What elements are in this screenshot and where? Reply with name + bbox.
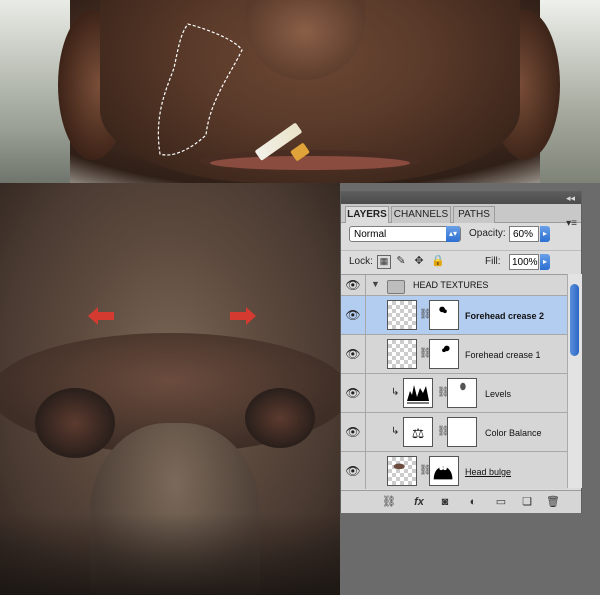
layer-name: Forehead crease 1	[465, 350, 541, 360]
layer-name: Forehead crease 2	[465, 311, 545, 321]
elephant-right-eye	[245, 388, 315, 448]
lock-all-icon[interactable]: 🔒	[431, 255, 445, 267]
layer-group-row[interactable]: 👁 ▼ HEAD TEXTURES	[341, 275, 567, 296]
fx-icon[interactable]: fx	[411, 495, 427, 509]
layer-mask-thumbnail[interactable]	[429, 300, 459, 330]
visibility-eye-icon[interactable]: 👁	[345, 278, 361, 292]
layer-mask-thumbnail[interactable]	[429, 339, 459, 369]
opacity-dropdown-icon[interactable]: ▸	[540, 226, 550, 242]
layers-scrollbar[interactable]	[567, 274, 582, 488]
lock-row: Lock: ▦ ✎ ✥ 🔒 Fill: 100% ▸	[341, 250, 581, 273]
visibility-eye-icon[interactable]: 👁	[345, 308, 361, 322]
visibility-eye-icon[interactable]: 👁	[345, 347, 361, 361]
lock-transparent-pixels-icon[interactable]: ▦	[377, 255, 391, 269]
select-arrow-icon[interactable]: ▴▾	[446, 226, 460, 242]
layer-thumbnail[interactable]	[387, 339, 417, 369]
layers-list: 👁 ▼ HEAD TEXTURES 👁 ⛓ Forehead crease 2 …	[341, 274, 567, 489]
layer-row-head-bulge[interactable]: 👁 ⛓ Head bulge	[341, 452, 567, 489]
link-chain-icon[interactable]: ⛓	[419, 464, 432, 478]
layer-name: Levels	[485, 389, 512, 399]
lock-label: Lock:	[349, 256, 373, 267]
tab-layers[interactable]: LAYERS	[345, 206, 389, 223]
layer-thumbnail[interactable]	[387, 300, 417, 330]
scroll-thumb[interactable]	[570, 284, 579, 356]
panel-titlebar[interactable]: ◂◂	[341, 192, 581, 204]
expand-triangle-icon[interactable]: ▼	[371, 279, 380, 289]
fill-label: Fill:	[485, 256, 501, 267]
layer-name: Head bulge	[465, 467, 512, 477]
visibility-eye-icon[interactable]: 👁	[345, 464, 361, 478]
layers-panel: ◂◂ LAYERS CHANNELS PATHS ▾≡ Normal ▴▾ Op…	[340, 191, 582, 513]
lasso-selection	[157, 23, 243, 156]
elephant-shadow	[0, 513, 340, 595]
lock-image-pixels-icon[interactable]: ✎	[395, 255, 407, 267]
panel-tabs: LAYERS CHANNELS PATHS ▾≡	[341, 204, 581, 229]
adjustment-layer-icon[interactable]: ◐	[465, 495, 481, 509]
lock-position-icon[interactable]: ✥	[413, 255, 425, 267]
layer-name: HEAD TEXTURES	[413, 280, 489, 290]
layer-thumbnail[interactable]	[387, 456, 417, 486]
layer-mask-thumbnail[interactable]	[429, 456, 459, 486]
new-layer-icon[interactable]: ❏	[519, 495, 535, 509]
layer-mask-thumbnail[interactable]	[447, 378, 477, 408]
left-red-arrow-icon	[88, 307, 114, 325]
layer-name: Color Balance	[485, 428, 542, 438]
tab-channels[interactable]: CHANNELS	[391, 206, 451, 223]
clipping-arrow-icon: ↳	[391, 426, 400, 437]
layer-mask-thumbnail[interactable]	[447, 417, 477, 447]
blend-row: Normal ▴▾ Opacity: 60% ▸	[341, 222, 581, 248]
mask-shape-icon	[430, 457, 457, 484]
new-group-icon[interactable]: ▭	[493, 495, 509, 509]
link-chain-icon[interactable]: ⛓	[419, 347, 432, 361]
link-chain-icon[interactable]: ⛓	[437, 386, 450, 400]
link-chain-icon[interactable]: ⛓	[419, 308, 432, 322]
mask-shape-icon	[439, 306, 447, 314]
layer-row-forehead-crease-2[interactable]: 👁 ⛓ Forehead crease 2	[341, 296, 567, 335]
elephant-photo	[0, 183, 340, 595]
layer-row-forehead-crease-1[interactable]: 👁 ⛓ Forehead crease 1	[341, 335, 567, 374]
blend-mode-select[interactable]: Normal ▴▾	[349, 226, 461, 242]
fill-dropdown-icon[interactable]: ▸	[540, 254, 550, 270]
opacity-label: Opacity:	[469, 228, 506, 239]
mask-shape-icon	[460, 382, 466, 391]
collapse-icon[interactable]: ◂◂	[566, 192, 575, 204]
trash-icon[interactable]: 🗑	[545, 495, 561, 509]
levels-icon[interactable]	[403, 378, 433, 408]
right-red-arrow-icon	[230, 307, 256, 325]
levels-histogram-icon	[407, 385, 429, 404]
visibility-eye-icon[interactable]: 👁	[345, 386, 361, 400]
fill-input[interactable]: 100%	[509, 254, 539, 270]
add-mask-icon[interactable]: ◙	[437, 495, 453, 509]
opacity-input[interactable]: 60%	[509, 226, 539, 242]
scales-icon[interactable]: ⚖	[403, 417, 433, 447]
clipping-arrow-icon: ↳	[391, 387, 400, 398]
link-chain-icon[interactable]: ⛓	[437, 425, 450, 439]
blend-mode-value: Normal	[354, 229, 387, 240]
visibility-eye-icon[interactable]: 👁	[345, 425, 361, 439]
folder-icon	[387, 280, 405, 294]
elephant-left-eye	[35, 388, 115, 458]
link-layers-icon[interactable]: ⛓	[381, 495, 397, 509]
layer-row-color-balance[interactable]: 👁 ↳ ⚖ ⛓ Color Balance	[341, 413, 567, 452]
layer-row-levels[interactable]: 👁 ↳ ⛓ Levels	[341, 374, 567, 413]
thumbnail-content-icon	[393, 463, 405, 470]
mask-shape-icon	[442, 345, 450, 353]
tab-paths[interactable]: PATHS	[453, 206, 495, 223]
layers-bottom-bar: ⛓ fx ◙ ◐ ▭ ❏ 🗑	[341, 490, 581, 513]
face-photo	[0, 0, 600, 183]
